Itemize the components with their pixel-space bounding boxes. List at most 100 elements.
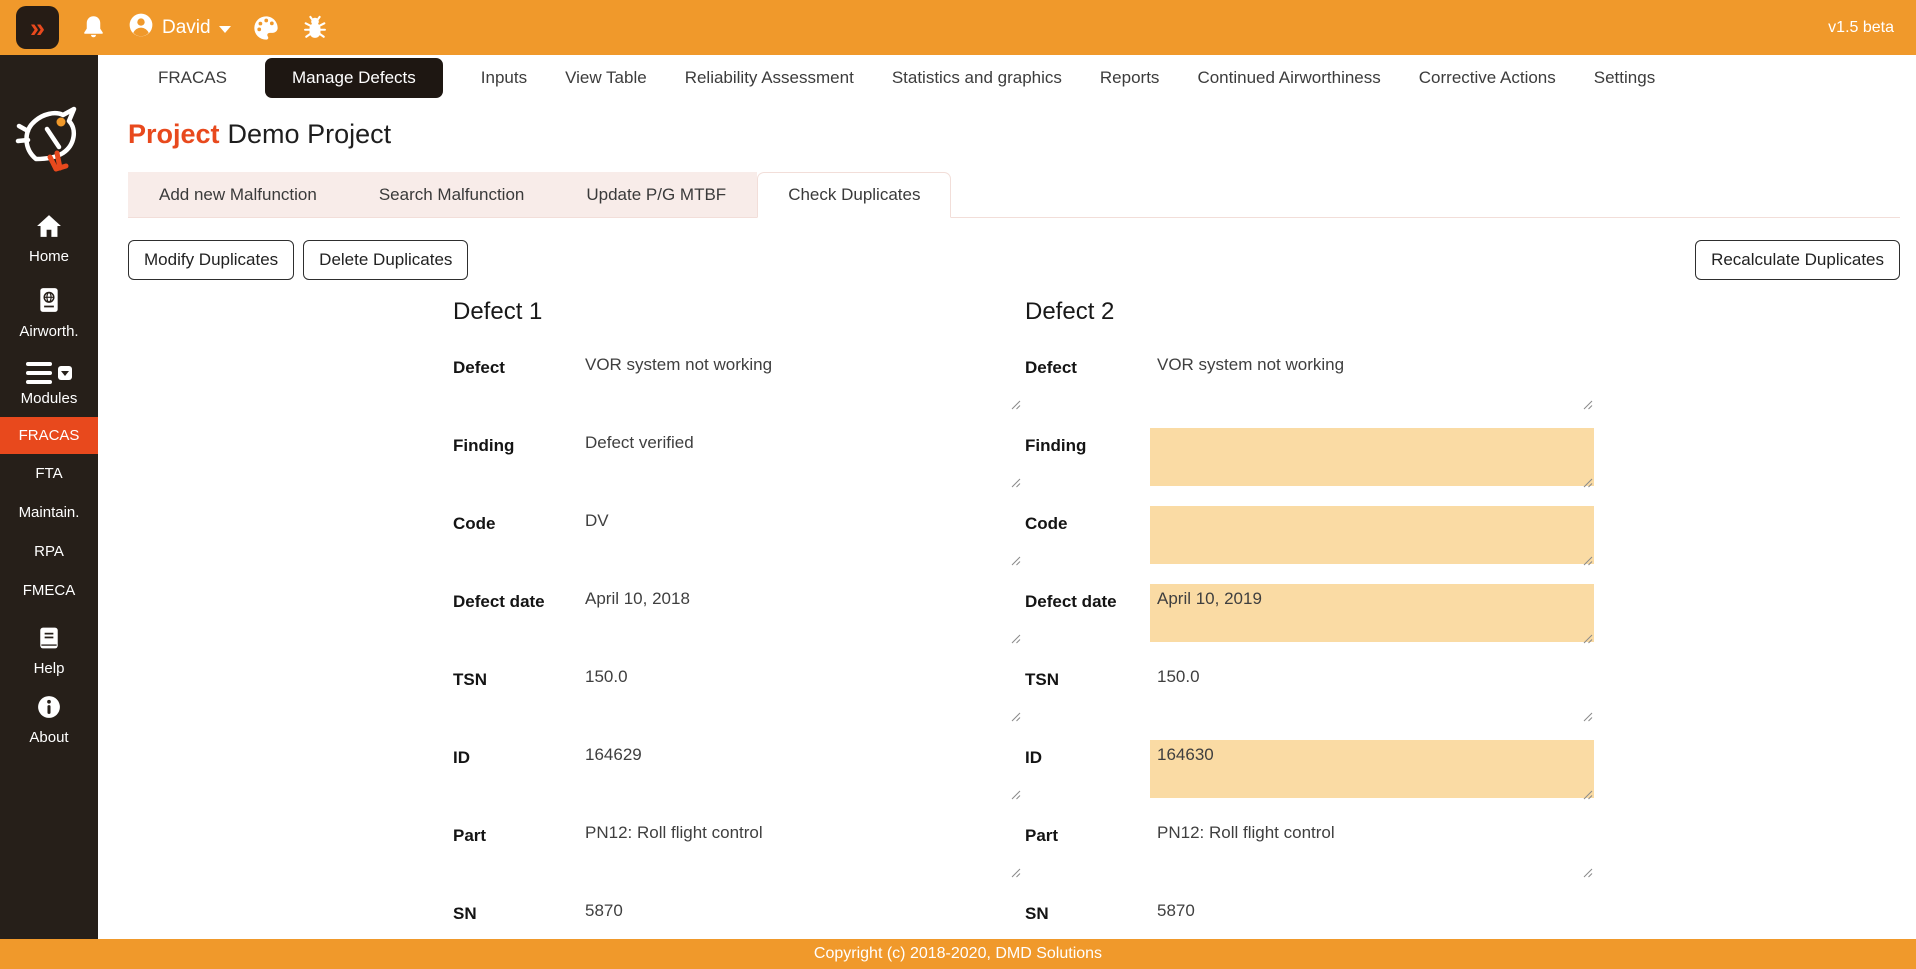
defect1-tsn-textarea[interactable]: 150.0 — [578, 662, 1022, 720]
home-icon — [36, 214, 62, 242]
resize-grip-icon[interactable] — [1583, 787, 1593, 800]
subtab-add-new-malfunction[interactable]: Add new Malfunction — [128, 172, 348, 217]
field-label: Finding — [453, 436, 515, 455]
field-label: SN — [1025, 904, 1049, 923]
defect2-code-textarea[interactable] — [1150, 506, 1594, 564]
defect1-header: Defect 1 — [453, 298, 543, 325]
resize-grip-icon[interactable] — [1011, 397, 1021, 410]
defect2-tsn-textarea[interactable]: 150.0 — [1150, 662, 1594, 720]
defect1-finding-textarea[interactable]: Defect verified — [578, 428, 1022, 486]
field-label: Defect — [1025, 358, 1077, 377]
defect1-id-textarea[interactable]: 164629 — [578, 740, 1022, 798]
nav-tab-view-table[interactable]: View Table — [565, 68, 647, 88]
debug-bug-icon[interactable] — [301, 14, 329, 42]
defect2-defect-textarea[interactable]: VOR system not working — [1150, 350, 1594, 408]
resize-grip-icon[interactable] — [1583, 553, 1593, 566]
sidebar-item-home[interactable]: Home — [0, 214, 98, 265]
sidebar-item-airworthiness[interactable]: Airworth. — [0, 287, 98, 340]
defect1-finding-field: Defect verified — [578, 428, 1022, 488]
resize-grip-icon[interactable] — [1011, 475, 1021, 488]
sidebar-toggle-button[interactable]: » — [16, 6, 59, 49]
notifications-bell-icon[interactable] — [80, 14, 107, 41]
nav-tab-manage-defects[interactable]: Manage Defects — [264, 58, 443, 98]
defect1-tsn-field: 150.0 — [578, 662, 1022, 722]
defect2-finding-textarea[interactable] — [1150, 428, 1594, 486]
compare-row-defect: Defect VOR system not working Defect VOR… — [453, 350, 1900, 428]
defect1-date-field: April 10, 2018 — [578, 584, 1022, 644]
field-label: SN — [453, 904, 477, 923]
user-name-label: David — [162, 16, 211, 38]
modify-duplicates-button[interactable]: Modify Duplicates — [128, 240, 295, 280]
sidebar: Home Airworth. Modules FRACAS FTA Mainta… — [0, 55, 98, 969]
field-label: Defect — [453, 358, 505, 377]
nav-tab-reports[interactable]: Reports — [1100, 68, 1160, 88]
app-screen: » David v1.5 beta Home Airworth. Modules… — [0, 0, 1916, 969]
subtab-update-pg-mtbf[interactable]: Update P/G MTBF — [555, 172, 758, 217]
sidebar-item-help[interactable]: Help — [0, 626, 98, 677]
subtab-check-duplicates[interactable]: Check Duplicates — [757, 172, 952, 218]
nav-tab-reliability-assessment[interactable]: Reliability Assessment — [685, 68, 854, 88]
defect1-date-textarea[interactable]: April 10, 2018 — [578, 584, 1022, 642]
nav-tab-settings[interactable]: Settings — [1594, 68, 1655, 88]
resize-grip-icon[interactable] — [1011, 553, 1021, 566]
nav-tab-fracas[interactable]: FRACAS — [158, 68, 227, 88]
defect2-date-textarea[interactable]: April 10, 2019 — [1150, 584, 1594, 642]
field-label: ID — [453, 748, 470, 767]
field-label: TSN — [453, 670, 487, 689]
defect1-part-textarea[interactable]: PN12: Roll flight control — [578, 818, 1022, 876]
resize-grip-icon[interactable] — [1583, 865, 1593, 878]
nav-tab-continued-airworthiness[interactable]: Continued Airworthiness — [1197, 68, 1380, 88]
defect2-tsn-field: 150.0 — [1150, 662, 1594, 722]
nav-tab-corrective-actions[interactable]: Corrective Actions — [1419, 68, 1556, 88]
defect1-defect-field: VOR system not working — [578, 350, 1022, 410]
sidebar-item-modules[interactable]: Modules — [0, 362, 98, 407]
defect2-id-textarea[interactable]: 164630 — [1150, 740, 1594, 798]
defect1-code-field: DV — [578, 506, 1022, 566]
defect1-part-field: PN12: Roll flight control — [578, 818, 1022, 878]
comparison-grid: Defect VOR system not working Defect VOR… — [128, 350, 1900, 969]
theme-palette-icon[interactable] — [252, 14, 280, 42]
module-nav-tabs: FRACAS Manage Defects Inputs View Table … — [128, 55, 1900, 101]
resize-grip-icon[interactable] — [1583, 709, 1593, 722]
defect1-code-textarea[interactable]: DV — [578, 506, 1022, 564]
page-title-prefix: Project — [128, 119, 220, 149]
sidebar-item-label: About — [29, 729, 69, 746]
defect2-id-field: 164630 — [1150, 740, 1594, 800]
resize-grip-icon[interactable] — [1011, 865, 1021, 878]
field-label: Part — [1025, 826, 1059, 845]
defect2-part-field: PN12: Roll flight control — [1150, 818, 1594, 878]
field-label: Finding — [1025, 436, 1087, 455]
resize-grip-icon[interactable] — [1011, 631, 1021, 644]
resize-grip-icon[interactable] — [1583, 397, 1593, 410]
sidebar-item-fracas[interactable]: FRACAS — [0, 417, 98, 454]
resize-grip-icon[interactable] — [1011, 709, 1021, 722]
defect2-part-textarea[interactable]: PN12: Roll flight control — [1150, 818, 1594, 876]
nav-tab-statistics-graphics[interactable]: Statistics and graphics — [892, 68, 1062, 88]
sidebar-item-maintain[interactable]: Maintain. — [0, 493, 98, 532]
recalculate-duplicates-button[interactable]: Recalculate Duplicates — [1695, 240, 1900, 280]
user-avatar-icon — [128, 11, 154, 44]
info-icon — [37, 695, 61, 723]
resize-grip-icon[interactable] — [1011, 787, 1021, 800]
field-label: ID — [1025, 748, 1042, 767]
delete-duplicates-button[interactable]: Delete Duplicates — [303, 240, 469, 280]
sidebar-item-rpa[interactable]: RPA — [0, 532, 98, 571]
app-logo[interactable] — [14, 95, 84, 178]
subtab-search-malfunction[interactable]: Search Malfunction — [347, 172, 556, 217]
main-content: FRACAS Manage Defects Inputs View Table … — [98, 55, 1916, 969]
defect1-defect-textarea[interactable]: VOR system not working — [578, 350, 1022, 408]
field-label: Part — [453, 826, 487, 845]
user-menu[interactable]: David — [128, 11, 231, 44]
sidebar-item-fta[interactable]: FTA — [0, 454, 98, 493]
sidebar-item-about[interactable]: About — [0, 695, 98, 746]
sidebar-item-label: Airworth. — [19, 323, 79, 340]
resize-grip-icon[interactable] — [1583, 475, 1593, 488]
passport-icon — [37, 287, 61, 317]
sidebar-item-label: Home — [28, 248, 69, 265]
defect2-defect-field: VOR system not working — [1150, 350, 1594, 410]
sidebar-item-fmeca[interactable]: FMECA — [0, 571, 98, 610]
nav-tab-inputs[interactable]: Inputs — [481, 68, 527, 88]
defect-subtabs: Add new Malfunction Search Malfunction U… — [128, 172, 1900, 218]
modules-dropdown-icon[interactable] — [58, 366, 72, 380]
resize-grip-icon[interactable] — [1583, 631, 1593, 644]
